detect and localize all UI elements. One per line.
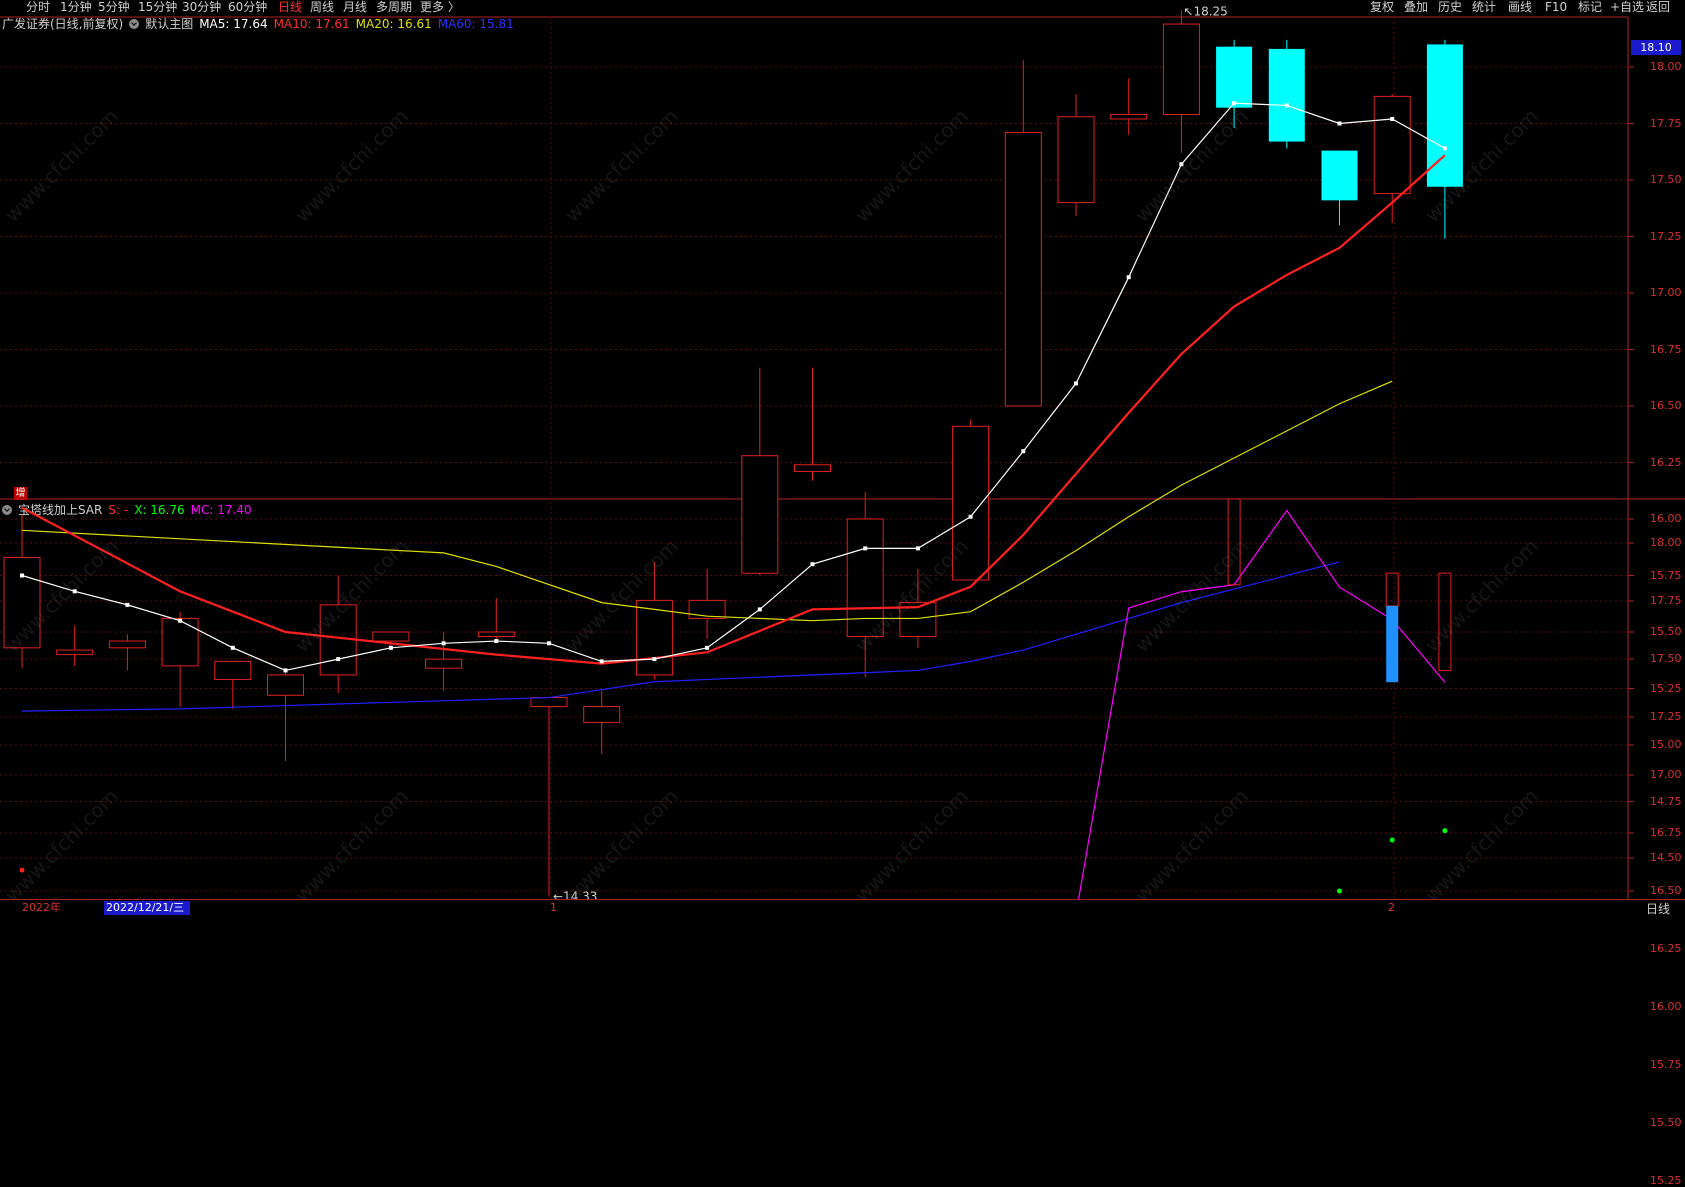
ma5-point — [705, 645, 710, 650]
ma5-point — [20, 573, 24, 578]
sar-dot — [1442, 828, 1448, 834]
candle-body — [372, 631, 410, 642]
sar-dot — [1337, 888, 1342, 894]
sub-axis-label: 17.00 — [1650, 768, 1682, 781]
candle-body — [56, 649, 94, 656]
ma5-point — [1074, 381, 1078, 386]
main-axis-label: 14.75 — [1650, 794, 1682, 808]
ma5-point — [1284, 103, 1289, 108]
month-label-2: 2 — [1388, 901, 1395, 914]
sub-axis-label: 16.75 — [1650, 826, 1682, 839]
main-axis-label: 17.50 — [1650, 173, 1682, 186]
ma5-point — [1179, 162, 1184, 167]
candle-body — [161, 617, 199, 667]
ma5-point — [336, 657, 341, 662]
kline-chart[interactable]: ↖18.25←14.33 — [0, 0, 1685, 919]
month-label-1: 1 — [550, 901, 557, 914]
main-axis-label: 17.00 — [1650, 286, 1682, 299]
sub-axis-label: 15.25 — [1650, 1174, 1682, 1187]
period-indicator[interactable]: 日线 — [1631, 899, 1685, 919]
tower-bar — [1227, 498, 1241, 586]
high-annotation: ↖18.25 — [1183, 5, 1227, 19]
candle-body — [267, 674, 304, 696]
sub-axis-label: 17.25 — [1650, 710, 1682, 723]
ma5-point — [283, 668, 288, 673]
ma10-line — [21, 154, 1446, 665]
main-axis-label: 15.75 — [1650, 568, 1682, 582]
tower-bar — [1438, 572, 1452, 672]
cursor-date: 2022/12/21/三 — [104, 901, 190, 915]
sar-dot — [1389, 837, 1395, 843]
candle-body — [1216, 46, 1253, 108]
candle-body — [1110, 113, 1148, 120]
ma5-point — [652, 657, 657, 662]
ma5-point — [1337, 121, 1342, 126]
candle-body — [952, 425, 990, 581]
sub-axis-label: 16.50 — [1650, 884, 1682, 897]
main-axis-label: 16.00 — [1650, 512, 1682, 525]
ma5-point — [1442, 146, 1447, 151]
tower-bar — [1386, 605, 1399, 683]
ma5-point — [968, 514, 973, 519]
main-axis-label: 15.00 — [1650, 738, 1682, 751]
candle-body — [108, 640, 146, 649]
main-axis-label: 16.75 — [1650, 342, 1682, 356]
ma5-point — [125, 602, 130, 607]
main-axis-label: 18.00 — [1650, 60, 1682, 73]
sub-axis-label: 16.00 — [1650, 1000, 1682, 1013]
main-axis-label: 15.50 — [1650, 625, 1682, 638]
ma5-point — [915, 546, 920, 551]
ma5-point — [494, 639, 499, 644]
ma5-point — [178, 618, 183, 623]
sub-axis-label: 15.75 — [1650, 1058, 1682, 1071]
main-axis-label: 14.50 — [1650, 851, 1682, 864]
candle-body — [794, 464, 831, 473]
candle-body — [1321, 150, 1358, 201]
candle-body — [1162, 23, 1200, 115]
ma5-point — [757, 607, 762, 612]
ma5-point — [230, 645, 235, 650]
candle-body — [1004, 132, 1042, 407]
ma5-point — [1021, 449, 1026, 454]
main-axis-label: 16.50 — [1650, 399, 1682, 412]
sub-axis-label: 17.75 — [1650, 594, 1682, 607]
main-axis-label: 15.25 — [1650, 681, 1682, 695]
candle-body — [583, 706, 621, 723]
candle-body — [214, 660, 252, 680]
sub-axis-label: 18.00 — [1650, 536, 1682, 549]
candle-body — [741, 455, 779, 574]
main-axis-label: 17.75 — [1650, 116, 1682, 130]
ma5-point — [1232, 101, 1237, 106]
candle-body — [1268, 48, 1305, 142]
ma5-point — [72, 589, 77, 594]
ma5-point — [810, 562, 815, 567]
ma5-point — [599, 659, 604, 664]
candle-body — [3, 556, 41, 649]
sar-dot — [19, 867, 25, 873]
candle-body — [425, 658, 463, 669]
date-axis-bar — [0, 899, 1685, 920]
main-axis-label: 16.25 — [1650, 455, 1682, 469]
ma5-point — [441, 641, 446, 646]
sub-axis-label: 15.50 — [1650, 1116, 1682, 1129]
candle-body — [1373, 95, 1411, 195]
ma5-point — [547, 641, 551, 646]
ma5-point — [388, 645, 393, 650]
main-axis-label: 17.25 — [1650, 229, 1682, 243]
sub-axis-label: 16.25 — [1650, 942, 1682, 955]
ma5-point — [1390, 116, 1395, 121]
ma5-point — [1126, 275, 1131, 280]
ma5-point — [863, 546, 868, 551]
candle-body — [530, 697, 568, 708]
sub-axis-label: 17.50 — [1650, 652, 1682, 665]
year-label: 2022年 — [22, 901, 61, 914]
candle-body — [1057, 116, 1095, 204]
candle-body — [477, 631, 515, 638]
